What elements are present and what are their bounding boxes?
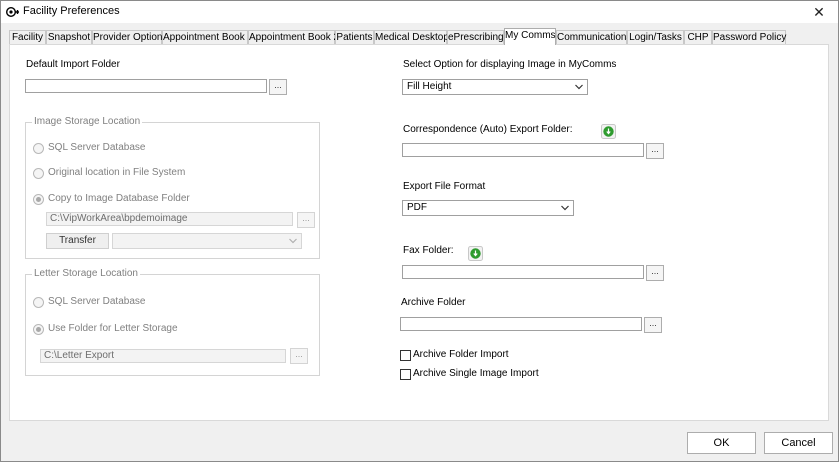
tab-eprescribing[interactable]: ePrescribing: [447, 30, 504, 44]
display-option-select[interactable]: Fill Height: [402, 79, 588, 95]
tab-medical-desktop[interactable]: Medical Desktop: [374, 30, 449, 44]
chevron-down-icon: [575, 84, 583, 90]
tab-my-comms[interactable]: My Comms: [504, 28, 556, 45]
image-storage-group: Image Storage Location SQL Server Databa…: [25, 116, 320, 259]
tab-facility[interactable]: Facility: [9, 30, 46, 44]
tab-patients[interactable]: Patients: [335, 30, 374, 44]
archive-folder-browse-button[interactable]: ...: [644, 317, 662, 333]
image-database-path-field[interactable]: C:\VipWorkArea\bpdemoimage: [46, 212, 293, 226]
correspondence-export-browse-button[interactable]: ...: [646, 143, 664, 159]
letter-use-folder-radio[interactable]: [33, 324, 44, 335]
archive-folder-import-checkbox[interactable]: [400, 350, 411, 361]
facility-preferences-window: Facility Preferences ✕ Facility Snapshot…: [0, 0, 839, 462]
tab-provider-options[interactable]: Provider Options: [92, 30, 167, 44]
image-original-location-label: Original location in File System: [48, 167, 186, 178]
correspondence-export-label: Correspondence (Auto) Export Folder:: [403, 124, 573, 135]
my-comms-panel: Default Import Folder ... Image Storage …: [9, 44, 829, 421]
letter-storage-title: Letter Storage Location: [32, 268, 140, 279]
export-format-label: Export File Format: [403, 181, 486, 192]
letter-export-browse-button[interactable]: ...: [290, 348, 308, 364]
tab-communications[interactable]: Communications: [556, 30, 631, 44]
ok-button[interactable]: OK: [687, 432, 756, 454]
letter-sql-server-radio[interactable]: [33, 297, 44, 308]
archive-folder-field[interactable]: [400, 317, 642, 331]
export-format-select[interactable]: PDF: [402, 200, 574, 216]
tab-chp[interactable]: CHP: [684, 30, 712, 44]
default-import-folder-browse-button[interactable]: ...: [269, 79, 287, 95]
default-import-folder-field[interactable]: [25, 79, 267, 93]
fax-folder-field[interactable]: [402, 265, 644, 279]
image-original-location-radio[interactable]: [33, 168, 44, 179]
tab-strip: Facility Snapshot Provider Options Appoi…: [9, 28, 829, 45]
image-copy-to-folder-radio[interactable]: [33, 194, 44, 205]
image-sql-server-radio[interactable]: [33, 143, 44, 154]
display-option-value: Fill Height: [407, 81, 452, 92]
window-title: Facility Preferences: [23, 5, 120, 17]
archive-folder-import-label: Archive Folder Import: [413, 349, 509, 360]
archive-single-image-import-label: Archive Single Image Import: [413, 368, 539, 379]
transfer-select[interactable]: [112, 233, 302, 249]
letter-use-folder-label: Use Folder for Letter Storage: [48, 323, 178, 334]
image-copy-to-folder-label: Copy to Image Database Folder: [48, 193, 190, 204]
chevron-down-icon: [289, 238, 297, 244]
default-import-folder-label: Default Import Folder: [26, 59, 120, 70]
info-icon[interactable]: [601, 124, 616, 139]
letter-export-path-field[interactable]: C:\Letter Export: [40, 349, 286, 363]
title-bar: Facility Preferences ✕: [1, 1, 838, 23]
tab-appointment-book-2[interactable]: Appointment Book 2: [248, 30, 339, 44]
info-icon[interactable]: [468, 246, 483, 261]
close-icon: ✕: [813, 4, 825, 20]
app-logo-icon: [6, 7, 19, 17]
archive-single-image-import-checkbox[interactable]: [400, 369, 411, 380]
export-format-value: PDF: [407, 202, 427, 213]
fax-folder-label: Fax Folder:: [403, 245, 454, 256]
cancel-button[interactable]: Cancel: [764, 432, 833, 454]
image-database-browse-button[interactable]: ...: [297, 212, 315, 228]
image-storage-title: Image Storage Location: [32, 116, 143, 127]
fax-folder-browse-button[interactable]: ...: [646, 265, 664, 281]
close-button[interactable]: ✕: [804, 1, 834, 23]
archive-folder-label: Archive Folder: [401, 297, 466, 308]
transfer-button[interactable]: Transfer: [46, 233, 109, 249]
image-sql-server-label: SQL Server Database: [48, 142, 146, 153]
chevron-down-icon: [561, 205, 569, 211]
letter-sql-server-label: SQL Server Database: [48, 296, 146, 307]
tab-login-tasks[interactable]: Login/Tasks: [627, 30, 684, 44]
letter-storage-group: Letter Storage Location SQL Server Datab…: [25, 268, 320, 376]
display-option-label: Select Option for displaying Image in My…: [403, 59, 617, 70]
tab-appointment-book-1[interactable]: Appointment Book 1: [162, 30, 253, 44]
correspondence-export-field[interactable]: [402, 143, 644, 157]
tab-snapshot[interactable]: Snapshot: [46, 30, 92, 44]
tab-password-policy[interactable]: Password Policy: [712, 30, 786, 44]
